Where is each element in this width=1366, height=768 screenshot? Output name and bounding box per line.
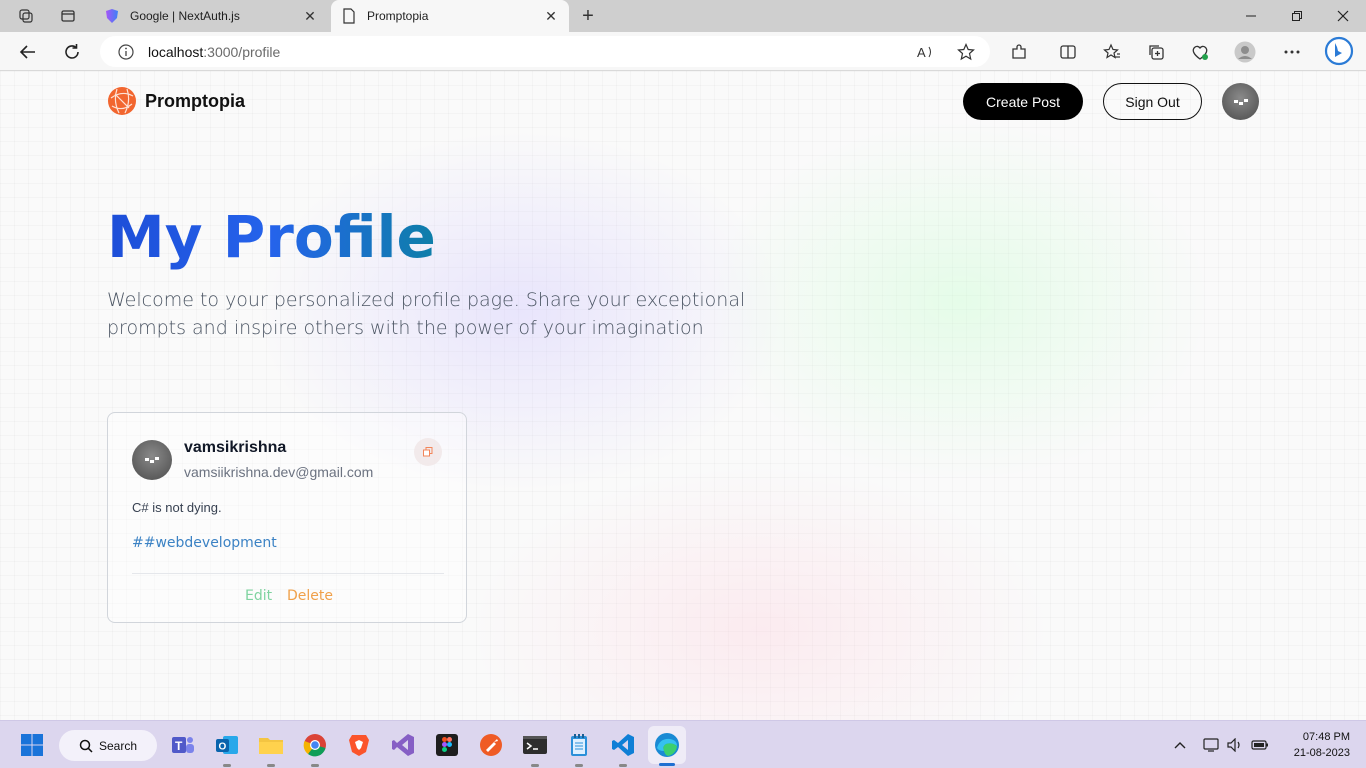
close-window-icon[interactable]: [1320, 0, 1366, 32]
page-description: Welcome to your personalized profile pag…: [107, 289, 746, 339]
running-indicator: [531, 764, 539, 767]
page-title: My Profile: [107, 203, 436, 271]
taskbar: Search T O 07:48 PM 21-08-2023: [0, 720, 1366, 768]
url-path: :3000/profile: [203, 43, 281, 60]
back-icon[interactable]: [12, 36, 44, 68]
new-tab-icon[interactable]: +: [576, 4, 600, 28]
postman-icon[interactable]: [477, 731, 505, 759]
volume-icon[interactable]: [1225, 735, 1245, 755]
author-email: vamsiikrishna.dev@gmail.com: [184, 464, 374, 480]
clock-date: 21-08-2023: [1293, 747, 1350, 759]
close-tab-icon[interactable]: ✕: [300, 6, 320, 26]
edge-icon[interactable]: [648, 726, 686, 766]
file-explorer-icon[interactable]: [257, 731, 285, 767]
brand-logo[interactable]: Promptopia: [107, 86, 245, 116]
favorites-icon[interactable]: [1099, 39, 1125, 65]
close-tab-icon[interactable]: ✕: [541, 6, 561, 26]
restore-icon[interactable]: [1274, 0, 1320, 32]
brand-name: Promptopia: [145, 90, 246, 111]
visual-studio-icon[interactable]: [389, 731, 417, 759]
chevron-up-icon[interactable]: [1170, 735, 1190, 755]
refresh-icon[interactable]: [56, 36, 88, 68]
running-indicator: [659, 763, 675, 766]
running-indicator: [311, 764, 319, 767]
author-username[interactable]: vamsikrishna: [184, 439, 286, 457]
running-indicator: [575, 764, 583, 767]
minimize-icon[interactable]: [1228, 0, 1274, 32]
address-bar[interactable]: localhost:3000/profile: [100, 36, 990, 67]
extensions-icon[interactable]: [1006, 39, 1032, 65]
brave-icon[interactable]: [345, 731, 373, 759]
nextauth-shield-icon: [104, 8, 120, 24]
profile-avatar-icon[interactable]: [1232, 39, 1258, 65]
tab-actions-icon[interactable]: [54, 4, 82, 28]
svg-text:O: O: [219, 742, 227, 753]
search-icon: [79, 739, 93, 753]
copy-icon[interactable]: [414, 438, 442, 466]
figma-icon[interactable]: [433, 731, 461, 759]
terminal-icon[interactable]: [521, 731, 549, 767]
collections-icon[interactable]: [1143, 39, 1169, 65]
tab-label: Promptopia: [367, 9, 429, 23]
running-indicator: [619, 764, 627, 767]
browser-toolbar: localhost:3000/profile A: [0, 32, 1366, 71]
svg-text:T: T: [175, 739, 183, 753]
workspaces-icon[interactable]: [12, 4, 40, 28]
search-label: Search: [99, 738, 138, 753]
clock-time: 07:48 PM: [1302, 731, 1350, 743]
author-avatar[interactable]: [132, 440, 172, 480]
system-clock[interactable]: 07:48 PM 21-08-2023: [1280, 729, 1350, 761]
more-menu-icon[interactable]: [1279, 39, 1305, 65]
bing-copilot-icon[interactable]: [1324, 35, 1354, 67]
teams-icon[interactable]: T: [169, 731, 197, 759]
windows-start-icon[interactable]: [20, 733, 44, 757]
vscode-icon[interactable]: [609, 731, 637, 767]
tab-nextauth[interactable]: Google | NextAuth.js ✕: [94, 0, 328, 32]
url-host: localhost: [148, 43, 204, 60]
card-divider: [132, 573, 444, 574]
page-content: Promptopia Create Post Sign Out My Profi…: [0, 71, 1366, 720]
page-icon: [341, 8, 357, 24]
tab-label: Google | NextAuth.js: [130, 9, 240, 23]
prompt-card: vamsikrishna vamsiikrishna.dev@gmail.com…: [107, 412, 467, 623]
user-avatar[interactable]: [1222, 83, 1259, 120]
browser-essentials-icon[interactable]: [1187, 39, 1213, 65]
svg-text:A: A: [917, 45, 926, 60]
prompt-tag[interactable]: ##webdevelopment: [132, 535, 277, 551]
browser-tab-strip: Google | NextAuth.js ✕ Promptopia ✕ +: [0, 0, 1366, 32]
site-info-icon[interactable]: [118, 43, 134, 60]
running-indicator: [223, 764, 231, 767]
favorite-star-icon[interactable]: [954, 40, 978, 64]
read-aloud-icon[interactable]: A: [914, 40, 938, 64]
taskbar-search[interactable]: Search: [59, 730, 157, 761]
split-screen-icon[interactable]: [1055, 39, 1081, 65]
battery-icon[interactable]: [1250, 735, 1270, 755]
create-post-button[interactable]: Create Post: [963, 83, 1083, 120]
delete-button[interactable]: Delete: [287, 588, 333, 604]
notepad-icon[interactable]: [565, 731, 593, 767]
prompt-text: C# is not dying.: [132, 500, 222, 515]
chrome-icon[interactable]: [301, 731, 329, 767]
edit-button[interactable]: Edit: [245, 588, 272, 604]
tab-promptopia[interactable]: Promptopia ✕: [331, 0, 569, 32]
promptopia-logo-icon: [108, 87, 136, 115]
network-icon[interactable]: [1202, 735, 1222, 755]
sign-out-button[interactable]: Sign Out: [1103, 83, 1202, 120]
running-indicator: [267, 764, 275, 767]
outlook-icon[interactable]: O: [213, 731, 241, 767]
